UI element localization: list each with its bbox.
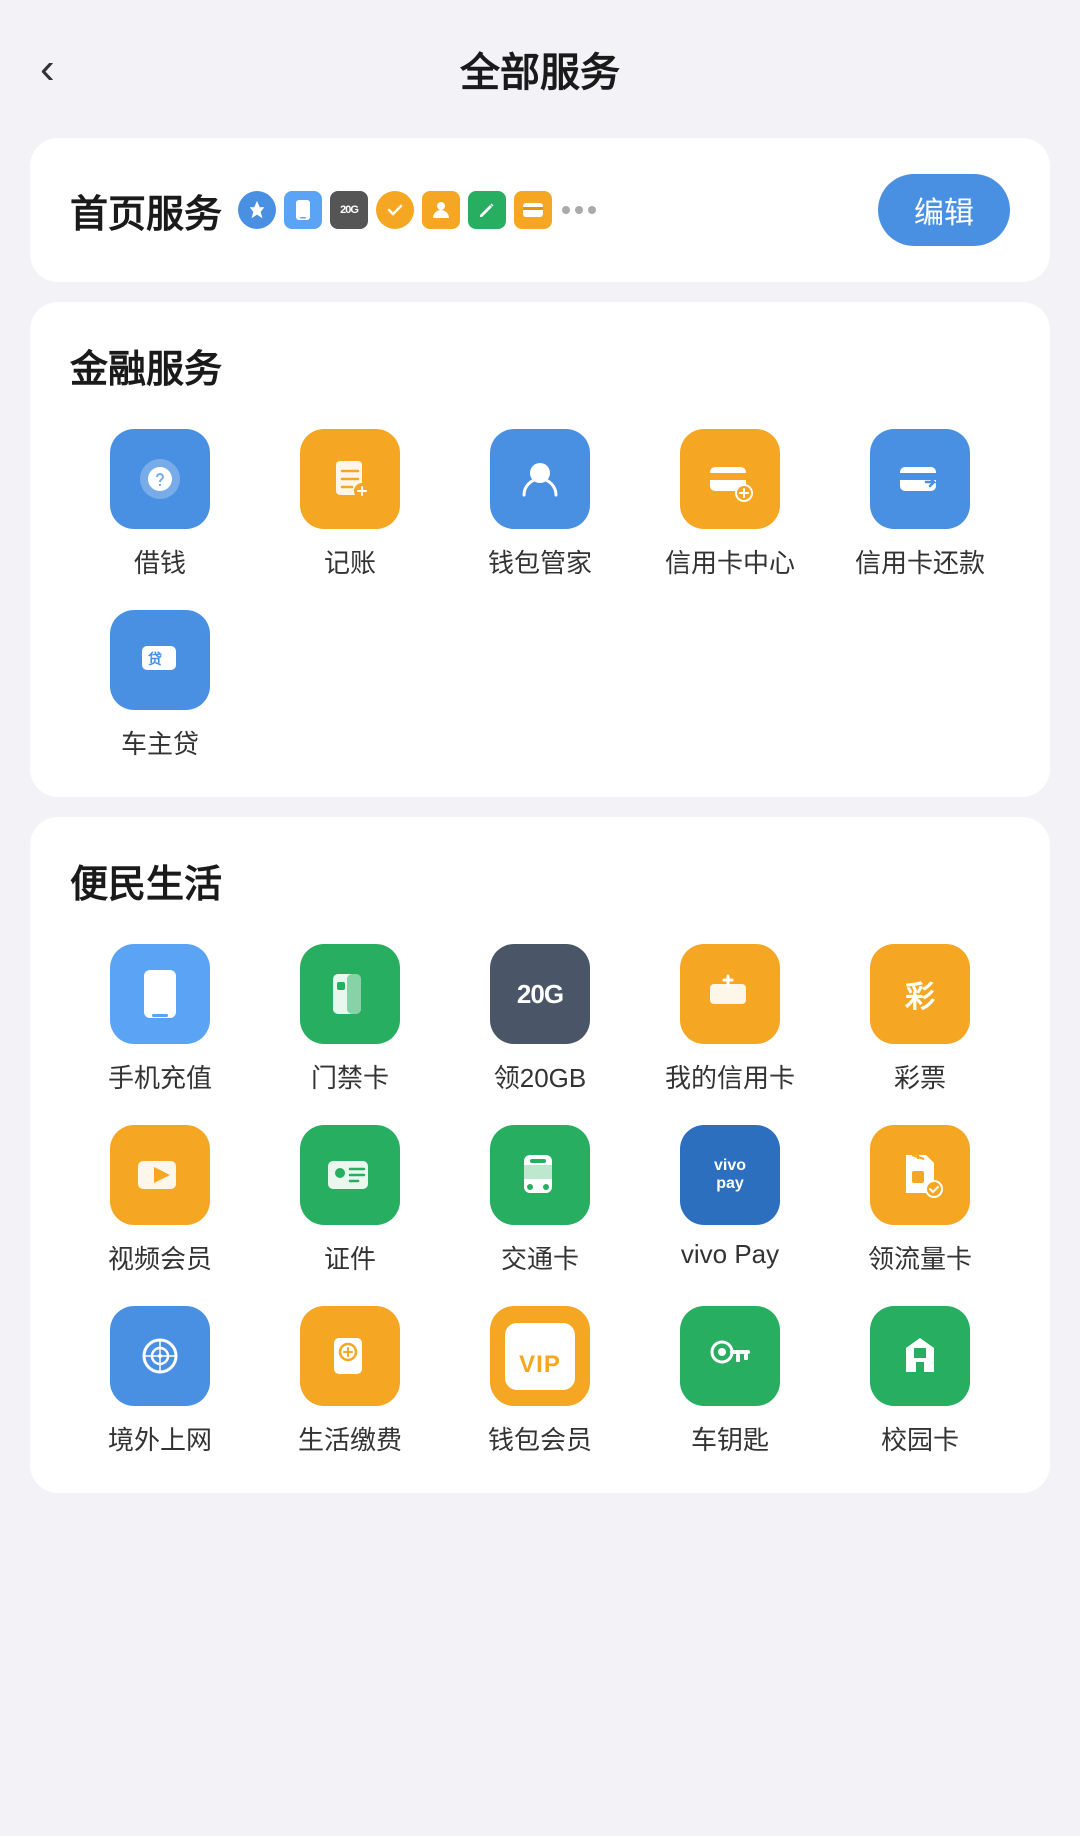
campus-icon: [870, 1306, 970, 1406]
roaming-icon: [110, 1306, 210, 1406]
finance-item-credit-center[interactable]: 信用卡中心: [640, 429, 820, 580]
life-item-my-credit[interactable]: 我的信用卡: [640, 944, 820, 1095]
roaming-label: 境外上网: [108, 1420, 212, 1457]
finance-section-title: 金融服务: [70, 338, 1010, 393]
credit-center-icon: [680, 429, 780, 529]
transit-label: 交通卡: [501, 1239, 579, 1276]
credit-repay-label: 信用卡还款: [855, 543, 985, 580]
mini-icon-check: [376, 191, 414, 229]
life-item-20gb[interactable]: 20G 领20GB: [450, 944, 630, 1095]
bookkeeping-label: 记账: [324, 543, 376, 580]
life-item-bill[interactable]: 生活缴费: [260, 1306, 440, 1457]
finance-item-bookkeeping[interactable]: 记账: [260, 429, 440, 580]
my-credit-label: 我的信用卡: [665, 1058, 795, 1095]
life-item-id[interactable]: 证件: [260, 1125, 440, 1276]
mini-icon-card: [514, 191, 552, 229]
lottery-icon: 彩: [870, 944, 970, 1044]
vip-member-label: 钱包会员: [488, 1420, 592, 1457]
mini-icon-diamond: [238, 191, 276, 229]
phone-recharge-label: 手机充值: [108, 1058, 212, 1095]
finance-item-wallet-manager[interactable]: 钱包管家: [450, 429, 630, 580]
life-item-lottery[interactable]: 彩 彩票: [830, 944, 1010, 1095]
vivo-pay-label: vivo Pay: [681, 1239, 779, 1270]
life-item-campus[interactable]: 校园卡: [830, 1306, 1010, 1457]
id-label: 证件: [324, 1239, 376, 1276]
mini-icon-20g: 20G: [330, 191, 368, 229]
life-item-phone-recharge[interactable]: 手机充值: [70, 944, 250, 1095]
sim-icon: [870, 1125, 970, 1225]
life-item-access-card[interactable]: 门禁卡: [260, 944, 440, 1095]
mini-icon-edit: [468, 191, 506, 229]
life-icons-grid: 手机充值 门禁卡 20G 领20GB: [70, 944, 1010, 1457]
borrow-icon: [110, 429, 210, 529]
wallet-manager-label: 钱包管家: [488, 543, 592, 580]
car-key-label: 车钥匙: [691, 1420, 769, 1457]
page-title: 全部服务: [460, 40, 620, 98]
20gb-label: 领20GB: [494, 1058, 587, 1095]
borrow-label: 借钱: [134, 543, 186, 580]
life-section-title: 便民生活: [70, 853, 1010, 908]
homepage-services-card: 首页服务 20G: [30, 138, 1050, 282]
credit-repay-icon: [870, 429, 970, 529]
video-vip-label: 视频会员: [108, 1239, 212, 1276]
back-button[interactable]: ‹: [40, 44, 55, 94]
finance-item-borrow[interactable]: 借钱: [70, 429, 250, 580]
20gb-icon: 20G: [490, 944, 590, 1044]
edit-button[interactable]: 编辑: [878, 174, 1010, 246]
mini-icon-more: [560, 191, 598, 229]
lottery-label: 彩票: [894, 1058, 946, 1095]
bill-label: 生活缴费: [298, 1420, 402, 1457]
car-loan-label: 车主贷: [121, 724, 199, 761]
video-vip-icon: [110, 1125, 210, 1225]
sim-label: 领流量卡: [868, 1239, 972, 1276]
campus-label: 校园卡: [881, 1420, 959, 1457]
svg-text:贷: 贷: [148, 651, 162, 667]
finance-item-credit-repay[interactable]: 信用卡还款: [830, 429, 1010, 580]
finance-icons-grid: 借钱 记账: [70, 429, 1010, 761]
vip-member-icon: VIP: [490, 1306, 590, 1406]
life-item-car-key[interactable]: 车钥匙: [640, 1306, 820, 1457]
homepage-mini-icons: 20G: [238, 191, 598, 229]
car-key-icon: [680, 1306, 780, 1406]
access-card-label: 门禁卡: [311, 1058, 389, 1095]
life-item-transit[interactable]: 交通卡: [450, 1125, 630, 1276]
access-card-icon: [300, 944, 400, 1044]
life-item-sim[interactable]: 领流量卡: [830, 1125, 1010, 1276]
id-icon: [300, 1125, 400, 1225]
mini-icon-phone: [284, 191, 322, 229]
car-loan-icon: 贷: [110, 610, 210, 710]
finance-item-car-loan[interactable]: 贷 车主贷: [70, 610, 250, 761]
life-services-card: 便民生活 手机充值 门禁卡: [30, 817, 1050, 1493]
page-header: ‹ 全部服务: [0, 0, 1080, 118]
transit-icon: [490, 1125, 590, 1225]
vivo-pay-icon: vivo pay: [680, 1125, 780, 1225]
bill-icon: [300, 1306, 400, 1406]
phone-recharge-icon: [110, 944, 210, 1044]
credit-center-label: 信用卡中心: [665, 543, 795, 580]
mini-icon-person: [422, 191, 460, 229]
life-item-vip-member[interactable]: VIP 钱包会员: [450, 1306, 630, 1457]
my-credit-icon: [680, 944, 780, 1044]
bookkeeping-icon: [300, 429, 400, 529]
homepage-section-title: 首页服务: [70, 183, 222, 238]
life-item-vivo-pay[interactable]: vivo pay vivo Pay: [640, 1125, 820, 1276]
life-item-video-vip[interactable]: 视频会员: [70, 1125, 250, 1276]
finance-services-card: 金融服务 借钱: [30, 302, 1050, 797]
wallet-manager-icon: [490, 429, 590, 529]
life-item-roaming[interactable]: 境外上网: [70, 1306, 250, 1457]
